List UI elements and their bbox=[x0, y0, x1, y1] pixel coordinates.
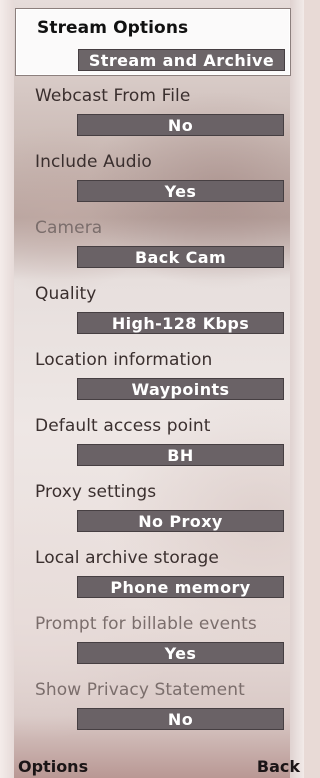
setting-value[interactable]: No Proxy bbox=[77, 510, 284, 532]
setting-value[interactable]: Back Cam bbox=[77, 246, 284, 268]
setting-proxy-settings[interactable]: Proxy settings No Proxy bbox=[15, 472, 291, 538]
setting-label: Webcast From File bbox=[35, 86, 191, 106]
setting-label: Location information bbox=[35, 350, 213, 370]
setting-value[interactable]: Waypoints bbox=[77, 378, 284, 400]
setting-quality[interactable]: Quality High-128 Kbps bbox=[15, 274, 291, 340]
setting-label: Camera bbox=[35, 218, 103, 238]
scrollbar[interactable] bbox=[290, 0, 304, 778]
setting-value[interactable]: Yes bbox=[77, 642, 284, 664]
softkey-bar: Options Back bbox=[0, 756, 304, 778]
setting-label: Local archive storage bbox=[35, 548, 219, 568]
setting-stream-options[interactable]: Stream Options Stream and Archive bbox=[15, 8, 291, 76]
setting-label: Quality bbox=[35, 284, 97, 304]
back-softkey[interactable]: Back bbox=[257, 756, 300, 778]
setting-default-access-point[interactable]: Default access point BH bbox=[15, 406, 291, 472]
setting-label: Show Privacy Statement bbox=[35, 680, 245, 700]
setting-include-audio[interactable]: Include Audio Yes bbox=[15, 142, 291, 208]
left-scroll-edge bbox=[0, 0, 14, 778]
settings-list: Stream Options Stream and Archive Webcas… bbox=[15, 8, 291, 736]
setting-label: Prompt for billable events bbox=[35, 614, 257, 634]
setting-value[interactable]: BH bbox=[77, 444, 284, 466]
setting-label: Proxy settings bbox=[35, 482, 157, 502]
setting-value[interactable]: Yes bbox=[77, 180, 284, 202]
setting-webcast-from-file[interactable]: Webcast From File No bbox=[15, 76, 291, 142]
setting-label: Stream Options bbox=[37, 18, 189, 38]
setting-location-information[interactable]: Location information Waypoints bbox=[15, 340, 291, 406]
setting-value[interactable]: No bbox=[77, 114, 284, 136]
settings-screen: Stream Options Stream and Archive Webcas… bbox=[0, 0, 304, 778]
setting-show-privacy-statement[interactable]: Show Privacy Statement No bbox=[15, 670, 291, 736]
setting-label: Default access point bbox=[35, 416, 211, 436]
setting-value[interactable]: Stream and Archive bbox=[78, 49, 285, 71]
options-softkey[interactable]: Options bbox=[18, 756, 88, 778]
setting-value[interactable]: High-128 Kbps bbox=[77, 312, 284, 334]
setting-camera[interactable]: Camera Back Cam bbox=[15, 208, 291, 274]
setting-value[interactable]: Phone memory bbox=[77, 576, 284, 598]
setting-local-archive-storage[interactable]: Local archive storage Phone memory bbox=[15, 538, 291, 604]
setting-label: Include Audio bbox=[35, 152, 152, 172]
setting-prompt-billable-events[interactable]: Prompt for billable events Yes bbox=[15, 604, 291, 670]
setting-value[interactable]: No bbox=[77, 708, 284, 730]
